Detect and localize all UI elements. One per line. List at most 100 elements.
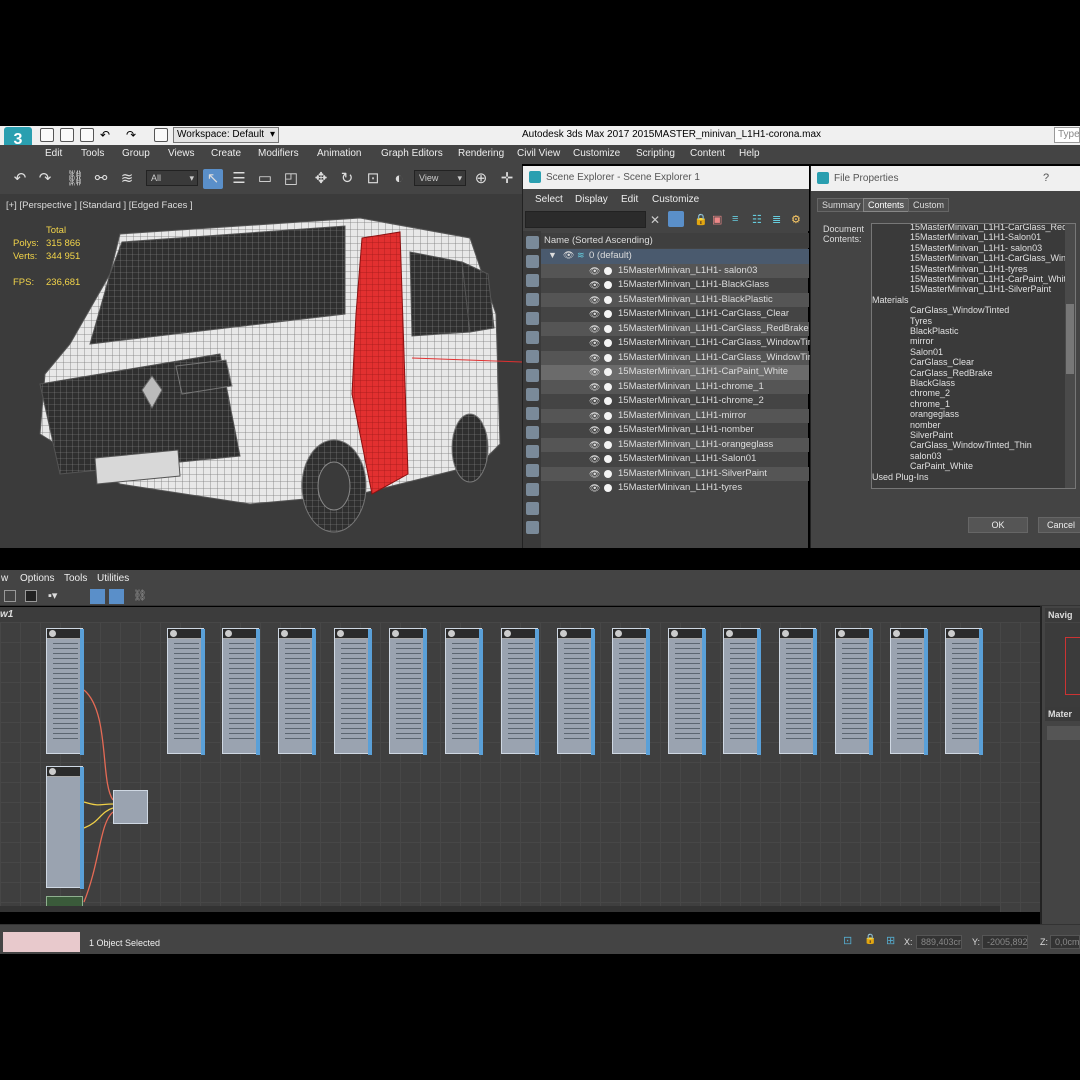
scene-object-row[interactable]: 👁 15MasterMinivan_L1H1-BlackGlass: [541, 278, 809, 293]
scale-icon[interactable]: ⊡: [363, 169, 383, 189]
scene-object-row[interactable]: 👁 15MasterMinivan_L1H1-chrome_1: [541, 379, 809, 394]
material-name-field[interactable]: [1047, 726, 1080, 740]
scene-object-row[interactable]: 👁 15MasterMinivan_L1H1-tyres: [541, 481, 809, 496]
layout-icon[interactable]: [90, 589, 105, 604]
scene-object-row[interactable]: 👁 15MasterMinivan_L1H1-CarGlass_RedBrake: [541, 321, 809, 336]
scene-object-row[interactable]: 👁 15MasterMinivan_L1H1-CarGlass_WindowTin…: [541, 350, 850, 365]
scene-menu-customize[interactable]: Customize: [652, 194, 699, 205]
filter-xrefs-icon[interactable]: [526, 369, 539, 382]
material-node[interactable]: [445, 628, 483, 755]
slate-menu-view[interactable]: w: [1, 573, 8, 584]
output-socket[interactable]: [646, 629, 650, 755]
material-node[interactable]: [835, 628, 873, 755]
material-icon[interactable]: [25, 590, 37, 602]
slate-menu-utilities[interactable]: Utilities: [97, 573, 129, 584]
eye-icon[interactable]: 👁: [589, 396, 600, 406]
node-header[interactable]: [47, 629, 82, 639]
node-header[interactable]: [669, 629, 704, 639]
maxscript-listener[interactable]: [3, 932, 80, 952]
node-header[interactable]: [946, 629, 981, 639]
menu-rendering[interactable]: Rendering: [458, 148, 504, 159]
menu-create[interactable]: Create: [211, 148, 241, 159]
filter-shapes-icon[interactable]: [526, 255, 539, 268]
output-socket[interactable]: [80, 629, 84, 755]
menu-graph-editors[interactable]: Graph Editors: [381, 148, 443, 159]
clear-search-icon[interactable]: ✕: [650, 213, 660, 227]
output-socket[interactable]: [924, 629, 928, 755]
collapse-arrow-icon[interactable]: ▼: [548, 250, 557, 260]
filter-spacewarps-icon[interactable]: [526, 331, 539, 344]
node-header[interactable]: [891, 629, 926, 639]
layers-icon[interactable]: ≡: [732, 213, 738, 225]
node-graph-canvas[interactable]: [0, 622, 1040, 912]
menu-content[interactable]: Content: [690, 148, 725, 159]
scene-explorer-titlebar[interactable]: Scene Explorer - Scene Explorer 1: [523, 166, 809, 189]
save-file-icon[interactable]: [80, 128, 94, 142]
material-node[interactable]: [46, 628, 84, 755]
output-socket[interactable]: [979, 629, 983, 755]
document-contents-list[interactable]: 15MasterMinivan_L1H1-CarGlass_RedBr 15Mas…: [871, 223, 1076, 489]
viewport-label[interactable]: [+] [Perspective ] [Standard ] [Edged Fa…: [6, 200, 193, 211]
scene-object-row[interactable]: 👁 15MasterMinivan_L1H1-CarPaint_White: [541, 365, 809, 380]
placement-icon[interactable]: ◐: [389, 169, 409, 189]
menu-civil-view[interactable]: Civil View: [517, 148, 560, 159]
eye-icon[interactable]: 👁: [589, 382, 600, 392]
eye-icon[interactable]: 👁: [589, 338, 600, 348]
eye-icon[interactable]: 👁: [589, 483, 600, 493]
isolate-icon[interactable]: ⊡: [843, 934, 852, 947]
eye-icon[interactable]: 👁: [589, 440, 600, 450]
scene-object-row[interactable]: 👁 15MasterMinivan_L1H1-BlackPlastic: [541, 292, 809, 307]
menu-help[interactable]: Help: [739, 148, 760, 159]
output-socket[interactable]: [312, 629, 316, 755]
navigator-header[interactable]: Navig: [1045, 608, 1080, 622]
menu-views[interactable]: Views: [168, 148, 195, 159]
eye-icon[interactable]: 👁: [589, 309, 600, 319]
node-header[interactable]: [335, 629, 370, 639]
node-header[interactable]: [223, 629, 258, 639]
menu-tools[interactable]: Tools: [81, 148, 104, 159]
eye-icon[interactable]: 👁: [563, 250, 574, 261]
scene-column-header[interactable]: Name (Sorted Ascending): [541, 233, 809, 248]
selection-lock-icon[interactable]: 🔒: [864, 934, 876, 945]
bind-space-warp-icon[interactable]: ≋: [117, 169, 137, 189]
material-node[interactable]: [46, 766, 84, 889]
output-socket[interactable]: [702, 629, 706, 755]
menu-scripting[interactable]: Scripting: [636, 148, 675, 159]
search-input[interactable]: Type: [1054, 127, 1080, 143]
node-header[interactable]: [390, 629, 425, 639]
node-header[interactable]: [780, 629, 815, 639]
layout-children-icon[interactable]: [109, 589, 124, 604]
filter-geometry-icon[interactable]: [526, 236, 539, 249]
view-tab[interactable]: w1: [0, 609, 13, 620]
material-editor-header[interactable]: Mater: [1045, 707, 1080, 721]
filter-frozen-icon[interactable]: [526, 426, 539, 439]
ok-button[interactable]: OK: [968, 517, 1028, 533]
node-header[interactable]: [168, 629, 203, 639]
absolute-mode-icon[interactable]: ⊞: [886, 934, 895, 947]
tab-contents[interactable]: Contents: [863, 198, 910, 212]
menu-modifiers[interactable]: Modifiers: [258, 148, 299, 159]
window-crossing-icon[interactable]: ◰: [281, 169, 301, 189]
lock-icon[interactable]: 🔒: [694, 213, 708, 226]
eye-icon[interactable]: 👁: [589, 324, 600, 334]
material-node[interactable]: [779, 628, 817, 755]
node-header[interactable]: [502, 629, 537, 639]
material-node[interactable]: [612, 628, 650, 755]
node-header[interactable]: [558, 629, 593, 639]
filter-funnel-icon[interactable]: [526, 521, 539, 534]
hierarchy-icon[interactable]: ☷: [752, 213, 762, 226]
filter-groups-icon[interactable]: [526, 350, 539, 363]
rect-selection-icon[interactable]: ▭: [255, 169, 275, 189]
y-coordinate-field[interactable]: -2005,892c: [982, 935, 1028, 949]
filter-invert-icon[interactable]: [526, 502, 539, 515]
output-socket[interactable]: [368, 629, 372, 755]
open-file-icon[interactable]: [60, 128, 74, 142]
unlink-icon[interactable]: ⚯: [91, 169, 111, 189]
output-socket[interactable]: [479, 629, 483, 755]
scene-menu-display[interactable]: Display: [575, 194, 608, 205]
navigator-viewport-rect[interactable]: [1065, 637, 1080, 695]
filter-helpers-icon[interactable]: [526, 312, 539, 325]
material-node[interactable]: [389, 628, 427, 755]
new-file-icon[interactable]: [40, 128, 54, 142]
navigator-view[interactable]: [1045, 623, 1080, 707]
